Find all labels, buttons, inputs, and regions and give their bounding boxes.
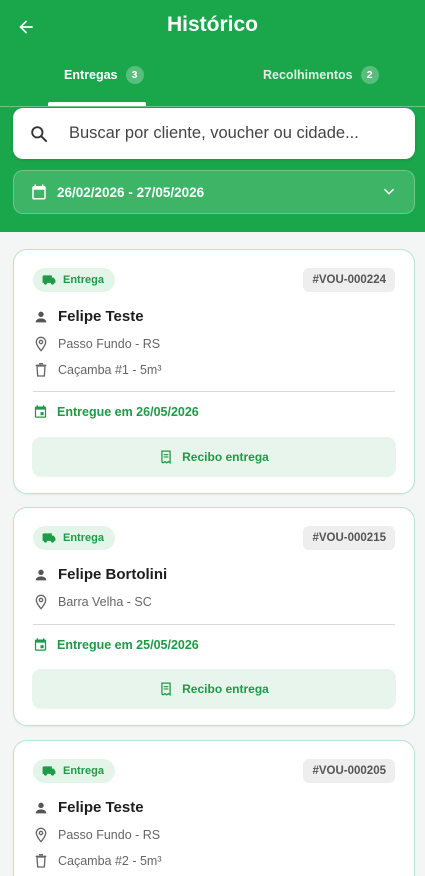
container-row: Caçamba #1 - 5m³: [33, 362, 162, 378]
person-icon: [35, 311, 47, 322]
calendar-icon: [32, 184, 46, 200]
delivery-card[interactable]: Entrega #VOU-000215 Felipe Bortolini Bar…: [13, 507, 415, 726]
location-pin-icon: [35, 336, 47, 352]
container-text: Caçamba #2 - 5m³: [58, 854, 162, 868]
active-tab-indicator: [48, 102, 146, 106]
delivery-card[interactable]: Entrega #VOU-000205 Felipe Teste Passo F…: [13, 740, 415, 876]
type-badge: Entrega: [33, 759, 115, 783]
location-text: Passo Fundo - RS: [58, 828, 161, 842]
receipt-button[interactable]: Recibo entrega: [32, 437, 396, 477]
receipt-icon: [161, 450, 171, 464]
receipt-icon: [161, 682, 171, 696]
location-text: Barra Velha - SC: [58, 595, 152, 609]
search-box: [13, 108, 415, 159]
location-pin-icon: [35, 594, 47, 610]
client-name: Felipe Teste: [58, 799, 144, 816]
container-text: Caçamba #1 - 5m³: [58, 363, 162, 377]
truck-icon: [42, 766, 56, 776]
tabs-divider: [0, 106, 425, 107]
delivery-card[interactable]: Entrega #VOU-000224 Felipe Teste Passo F…: [13, 249, 415, 494]
type-label: Entrega: [63, 532, 104, 544]
trash-bin-icon: [35, 854, 47, 868]
calendar-check-icon: [34, 405, 47, 418]
client-name: Felipe Teste: [58, 308, 144, 325]
delivered-row: Entregue em 25/05/2026: [33, 637, 199, 652]
top-bar: Histórico: [0, 0, 425, 56]
count-badge: 3: [125, 66, 144, 84]
client-name: Felipe Bortolini: [58, 566, 168, 583]
page-title: Histórico: [166, 13, 258, 36]
calendar-check-icon: [34, 638, 47, 651]
app-header: Histórico Entregas 3 Recolhimentos 2 26/…: [0, 0, 425, 232]
receipt-button[interactable]: Recibo entrega: [32, 669, 396, 709]
voucher-code: #VOU-000205: [303, 759, 395, 783]
date-range-value: 26/02/2026 - 27/05/2026: [57, 184, 205, 200]
location-row: Passo Fundo - RS: [33, 827, 160, 843]
person-icon: [35, 569, 47, 580]
chevron-down-icon: [384, 188, 394, 195]
type-label: Entrega: [63, 765, 104, 777]
location-row: Barra Velha - SC: [33, 594, 152, 610]
count-badge: 2: [360, 66, 379, 84]
delivered-text: Entregue em 25/05/2026: [57, 637, 199, 652]
divider: [33, 391, 395, 392]
voucher-code: #VOU-000224: [303, 268, 395, 292]
client-row: Felipe Bortolini: [33, 566, 167, 583]
container-row: Caçamba #2 - 5m³: [33, 853, 162, 869]
search-input[interactable]: [69, 124, 399, 143]
location-row: Passo Fundo - RS: [33, 336, 160, 352]
date-range-filter[interactable]: 26/02/2026 - 27/05/2026: [13, 170, 415, 214]
delivered-text: Entregue em 26/05/2026: [57, 404, 199, 419]
truck-icon: [42, 533, 56, 543]
divider: [33, 624, 395, 625]
client-row: Felipe Teste: [33, 799, 144, 816]
client-row: Felipe Teste: [33, 308, 144, 325]
truck-icon: [42, 275, 56, 285]
location-text: Passo Fundo - RS: [58, 337, 161, 351]
tab-recolhimentos[interactable]: Recolhimentos 2: [263, 66, 379, 108]
search-icon: [31, 125, 48, 142]
trash-bin-icon: [35, 363, 47, 377]
type-label: Entrega: [63, 274, 104, 286]
tab-label: Entregas: [64, 68, 118, 82]
receipt-button-label: Recibo entrega: [182, 682, 269, 696]
tab-label: Recolhimentos: [263, 68, 353, 82]
voucher-code: #VOU-000215: [303, 526, 395, 550]
receipt-button-label: Recibo entrega: [182, 450, 269, 464]
location-pin-icon: [35, 827, 47, 843]
type-badge: Entrega: [33, 526, 115, 550]
person-icon: [35, 802, 47, 813]
delivered-row: Entregue em 26/05/2026: [33, 404, 199, 419]
type-badge: Entrega: [33, 268, 115, 292]
